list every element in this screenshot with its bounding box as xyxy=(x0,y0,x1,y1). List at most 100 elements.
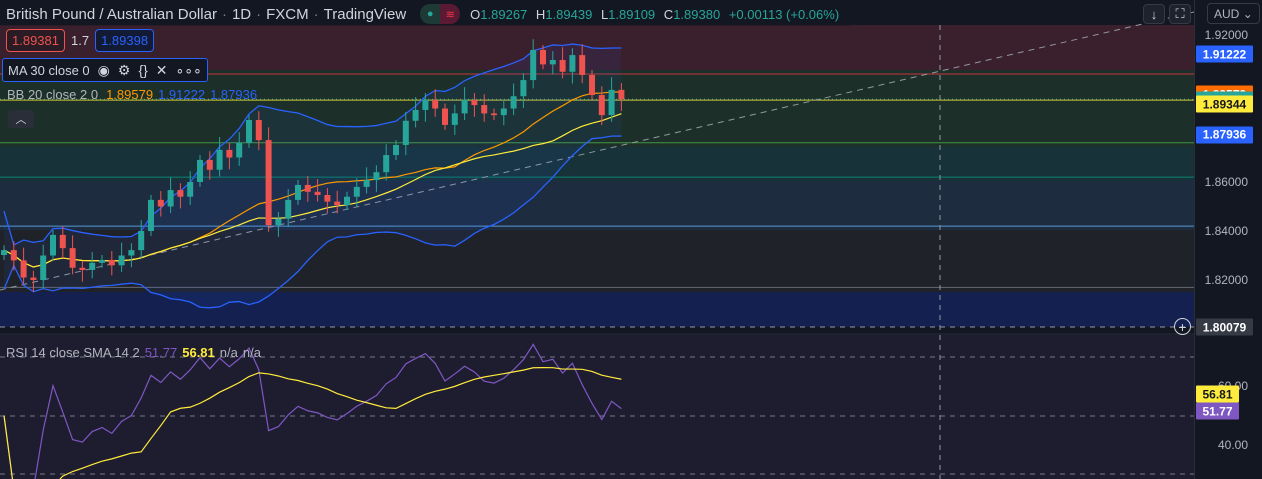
candle-body xyxy=(432,99,439,109)
symbol-name[interactable]: British Pound / Australian Dollar xyxy=(6,6,217,23)
candle-body xyxy=(353,186,360,197)
candle-body xyxy=(177,190,184,197)
candle-body xyxy=(216,149,223,170)
chevron-down-icon: ⌄ xyxy=(1242,6,1253,21)
fullscreen-icon: ⛶ xyxy=(1175,6,1185,21)
candle-body xyxy=(314,191,321,195)
candle-body xyxy=(442,108,448,125)
candle-body xyxy=(20,260,27,278)
eye-icon[interactable]: ◉ xyxy=(98,62,110,79)
candle-body xyxy=(69,248,76,268)
sell-button[interactable]: 1.89381 xyxy=(6,29,65,52)
bb-upper: 1.91222 xyxy=(158,87,206,102)
candle-body xyxy=(598,95,605,116)
change: +0.00113 (+0.06%) xyxy=(728,6,840,22)
candle-body xyxy=(236,142,243,158)
buy-sell-panel: 1.89381 1.7 1.89398 xyxy=(6,29,155,52)
candle-body xyxy=(118,255,125,266)
candle-body xyxy=(275,218,282,226)
candle-body xyxy=(510,96,517,109)
candle-body xyxy=(579,55,586,75)
rsi-price-label: 51.77 xyxy=(1196,402,1239,420)
candle-body xyxy=(89,262,96,270)
candle-body xyxy=(206,159,213,170)
collapse-indicators-button[interactable]: ︿ xyxy=(8,110,34,128)
candle-body xyxy=(99,259,105,263)
candle-body xyxy=(138,231,145,251)
close-icon[interactable]: ✕ xyxy=(156,62,168,79)
candle-body xyxy=(197,159,203,182)
source: TradingView xyxy=(323,5,407,23)
candle-body xyxy=(618,89,625,100)
chevron-up-icon: ︿ xyxy=(15,114,27,126)
rsi-label: RSI 14 close SMA 14 2 xyxy=(6,345,140,360)
rsi-value: 51.77 xyxy=(144,345,178,360)
source-code-icon[interactable]: {} xyxy=(138,62,147,78)
market-status-pill[interactable]: ● ≋ xyxy=(420,4,461,24)
candle-body xyxy=(422,99,429,110)
currency-label: AUD xyxy=(1214,6,1240,21)
fullscreen-button[interactable]: ⛶ xyxy=(1169,4,1191,24)
candle-body xyxy=(608,89,615,116)
candle-body xyxy=(383,155,390,173)
rsi-sma-price-label: 56.81 xyxy=(1196,385,1239,403)
candle-body xyxy=(265,140,272,226)
candle-body xyxy=(30,277,37,280)
more-icon[interactable]: ∘∘∘ xyxy=(176,62,202,79)
candle-body xyxy=(549,59,556,65)
plus-icon: + xyxy=(1178,318,1187,335)
candle-body xyxy=(187,182,194,197)
exchange: FXCM xyxy=(266,5,309,23)
tick-label: 1.86000 xyxy=(1204,175,1248,189)
scroll-to-latest-button[interactable]: ↓ xyxy=(1143,4,1165,24)
chart-header: British Pound / Australian Dollar · 1D · F… xyxy=(0,2,851,26)
candle-body xyxy=(246,120,252,143)
candle-body xyxy=(255,120,262,141)
add-alert-button[interactable]: + xyxy=(1174,318,1191,335)
tick-label: 1.92000 xyxy=(1204,28,1248,42)
indicator-bb[interactable]: BB 20 close 2 0 1.89579 1.91222 1.87936 xyxy=(2,85,262,104)
bb-lower: 1.87936 xyxy=(210,87,258,102)
buy-button[interactable]: 1.89398 xyxy=(95,29,155,52)
tick-label: 1.82000 xyxy=(1204,273,1248,287)
candle-body xyxy=(559,59,566,72)
candle-body xyxy=(128,250,135,256)
candle-body xyxy=(79,267,86,270)
price-label: 1.91222 xyxy=(1196,45,1253,63)
candle-body xyxy=(40,255,47,280)
bb-label: BB 20 close 2 0 xyxy=(7,87,99,102)
ohlc-values: O1.89267 H1.89439 L1.89109 C1.89380 +0.0… xyxy=(470,6,840,22)
candle-body xyxy=(393,145,399,156)
candle-body xyxy=(491,113,497,116)
candle-body xyxy=(412,109,419,121)
candle-body xyxy=(50,234,56,256)
candle-body xyxy=(363,180,370,187)
candle-body xyxy=(157,199,164,207)
interval[interactable]: 1D xyxy=(232,6,251,23)
candle-body xyxy=(334,201,341,206)
candle-body xyxy=(373,172,380,181)
candle-body xyxy=(304,184,311,192)
tick-label: 1.84000 xyxy=(1204,224,1248,238)
market-open-icon: ● xyxy=(420,4,441,24)
candle-body xyxy=(226,149,233,158)
bb-basis: 1.89579 xyxy=(106,87,154,102)
candle-body xyxy=(589,74,595,96)
candle-body xyxy=(471,99,478,106)
price-label: 1.89344 xyxy=(1196,95,1253,113)
candle-body xyxy=(324,194,331,202)
indicator-ma[interactable]: MA 30 close 0 ◉ ⚙ {} ✕ ∘∘∘ xyxy=(2,58,208,82)
candle-body xyxy=(402,120,409,146)
gear-icon[interactable]: ⚙ xyxy=(118,62,131,79)
candle-body xyxy=(285,199,292,219)
rsi-legend[interactable]: RSI 14 close SMA 14 2 51.77 56.81 n/a n/… xyxy=(6,345,261,360)
candle-body xyxy=(10,250,17,261)
ma-label: MA 30 close 0 xyxy=(8,62,90,78)
currency-dropdown[interactable]: AUD ⌄ xyxy=(1207,3,1260,24)
candle-body xyxy=(1,250,7,256)
rsi-tick-label: 40.00 xyxy=(1217,438,1248,452)
candle-body xyxy=(295,184,301,200)
candle-body xyxy=(167,190,174,207)
arrow-down-icon: ↓ xyxy=(1150,6,1158,22)
candle-body xyxy=(520,80,527,97)
